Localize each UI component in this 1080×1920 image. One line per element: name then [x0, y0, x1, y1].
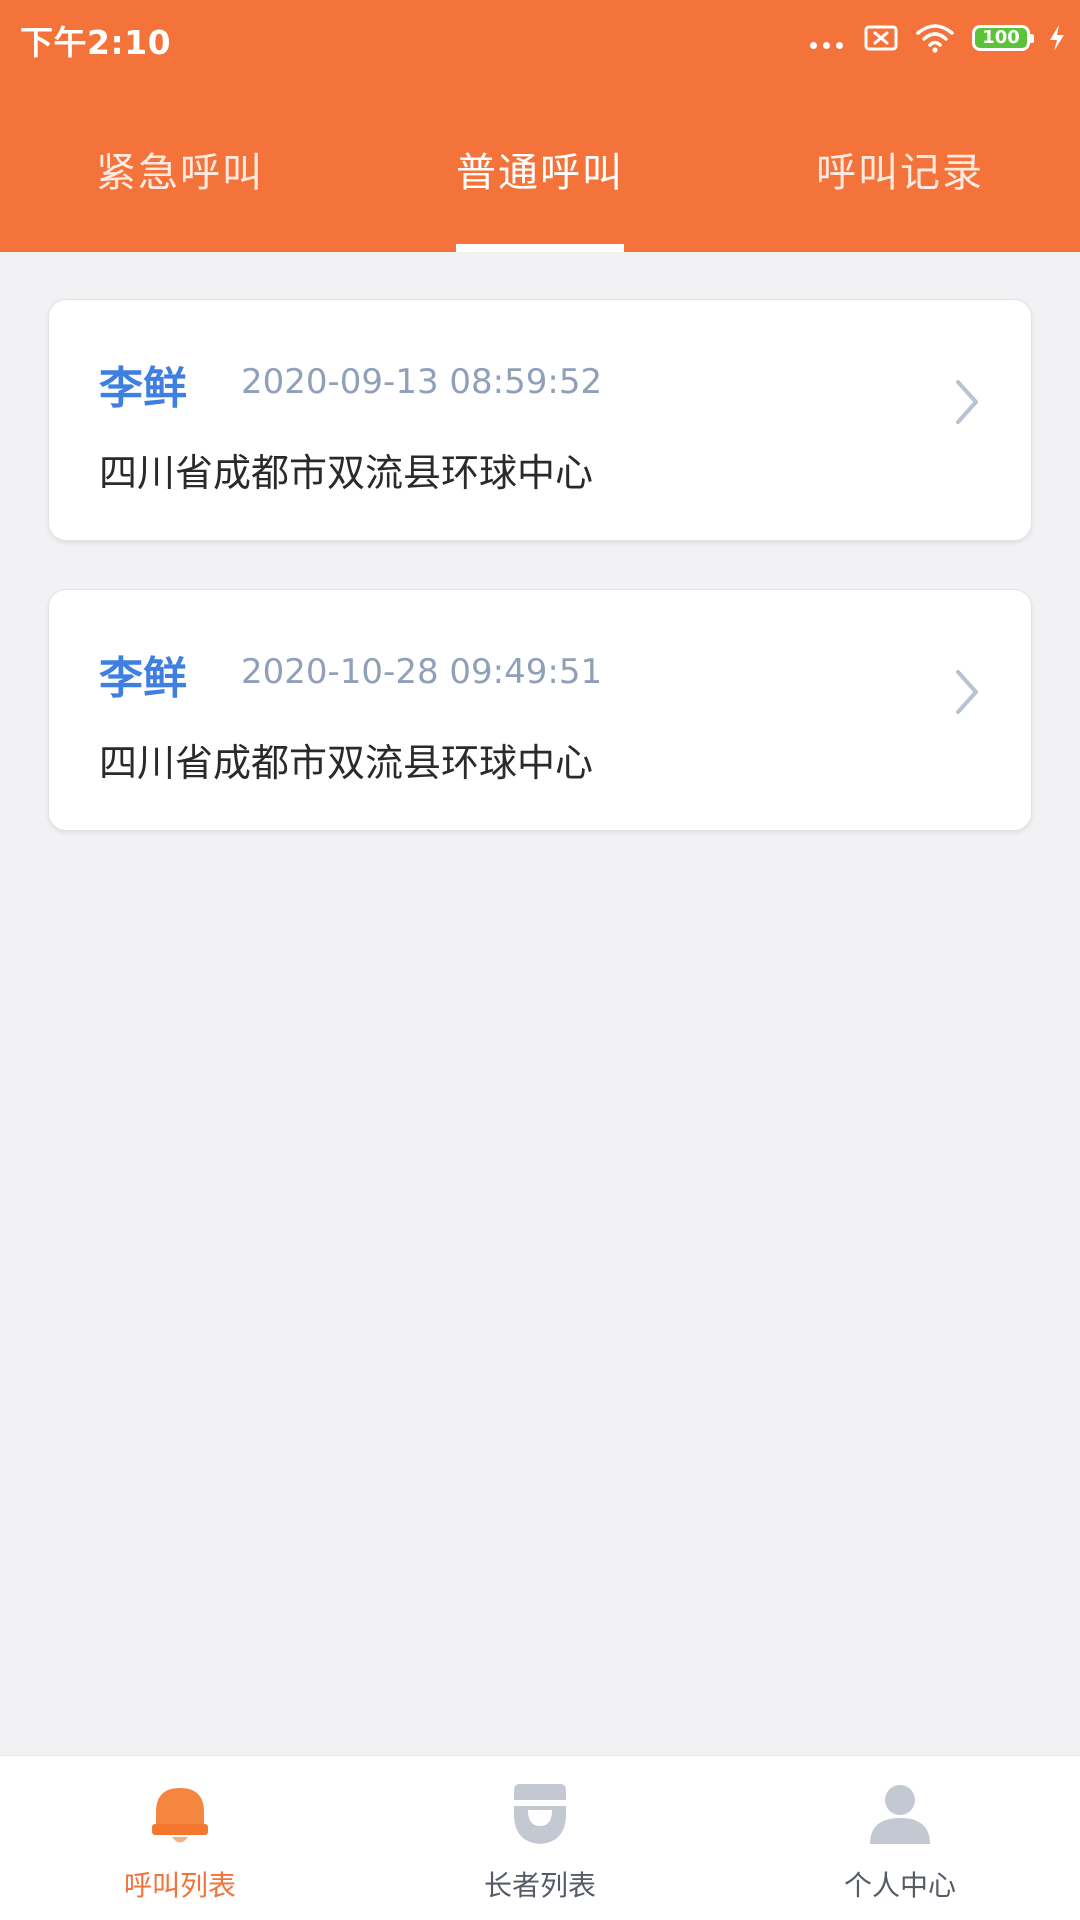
call-type-tabs: 紧急呼叫 普通呼叫 呼叫记录 — [0, 100, 1080, 252]
nav-personal-center[interactable]: 个人中心 — [720, 1756, 1080, 1920]
nav-call-list[interactable]: 呼叫列表 — [0, 1756, 360, 1920]
nav-label: 呼叫列表 — [123, 1869, 236, 1902]
call-time: 2020-10-28 09:49:51 — [241, 652, 603, 692]
no-sim-icon — [864, 25, 898, 51]
header: 下午2:10 100 紧急呼叫 普通呼叫 呼叫记录 — [0, 0, 1080, 252]
elder-icon — [514, 1784, 566, 1844]
tab-normal-call[interactable]: 普通呼叫 — [360, 140, 720, 198]
chevron-right-icon — [956, 380, 978, 424]
caller-name: 李鲜 — [99, 363, 187, 414]
app-screen: 下午2:10 100 紧急呼叫 普通呼叫 呼叫记录 李鲜 2020-09-13 … — [0, 0, 1080, 1920]
battery-icon: 100 — [972, 25, 1034, 51]
call-time: 2020-09-13 08:59:52 — [241, 362, 603, 402]
call-address: 四川省成都市双流县环球中心 — [99, 451, 594, 495]
status-icons: 100 — [789, 18, 1066, 58]
bottom-nav: 呼叫列表 长者列表 个人中心 — [0, 1755, 1080, 1920]
status-bar: 下午2:10 100 — [0, 0, 1080, 74]
nav-elder-list[interactable]: 长者列表 — [360, 1756, 720, 1920]
person-icon — [870, 1785, 930, 1844]
status-time: 下午2:10 — [20, 23, 172, 62]
more-dots-icon — [807, 18, 846, 58]
call-card[interactable]: 李鲜 2020-09-13 08:59:52 四川省成都市双流县环球中心 — [48, 299, 1032, 541]
wifi-icon — [916, 24, 954, 53]
battery-level: 100 — [982, 27, 1020, 48]
caller-name: 李鲜 — [99, 653, 187, 704]
tab-call-records[interactable]: 呼叫记录 — [720, 140, 1080, 198]
nav-label: 长者列表 — [483, 1869, 596, 1902]
active-tab-indicator — [456, 244, 624, 252]
bell-icon — [152, 1788, 208, 1843]
nav-label: 个人中心 — [843, 1869, 956, 1902]
chevron-right-icon — [956, 670, 978, 714]
call-address: 四川省成都市双流县环球中心 — [99, 741, 594, 785]
tab-emergency-call[interactable]: 紧急呼叫 — [0, 140, 360, 198]
call-card[interactable]: 李鲜 2020-10-28 09:49:51 四川省成都市双流县环球中心 — [48, 589, 1032, 831]
charging-bolt-icon — [1050, 25, 1064, 51]
